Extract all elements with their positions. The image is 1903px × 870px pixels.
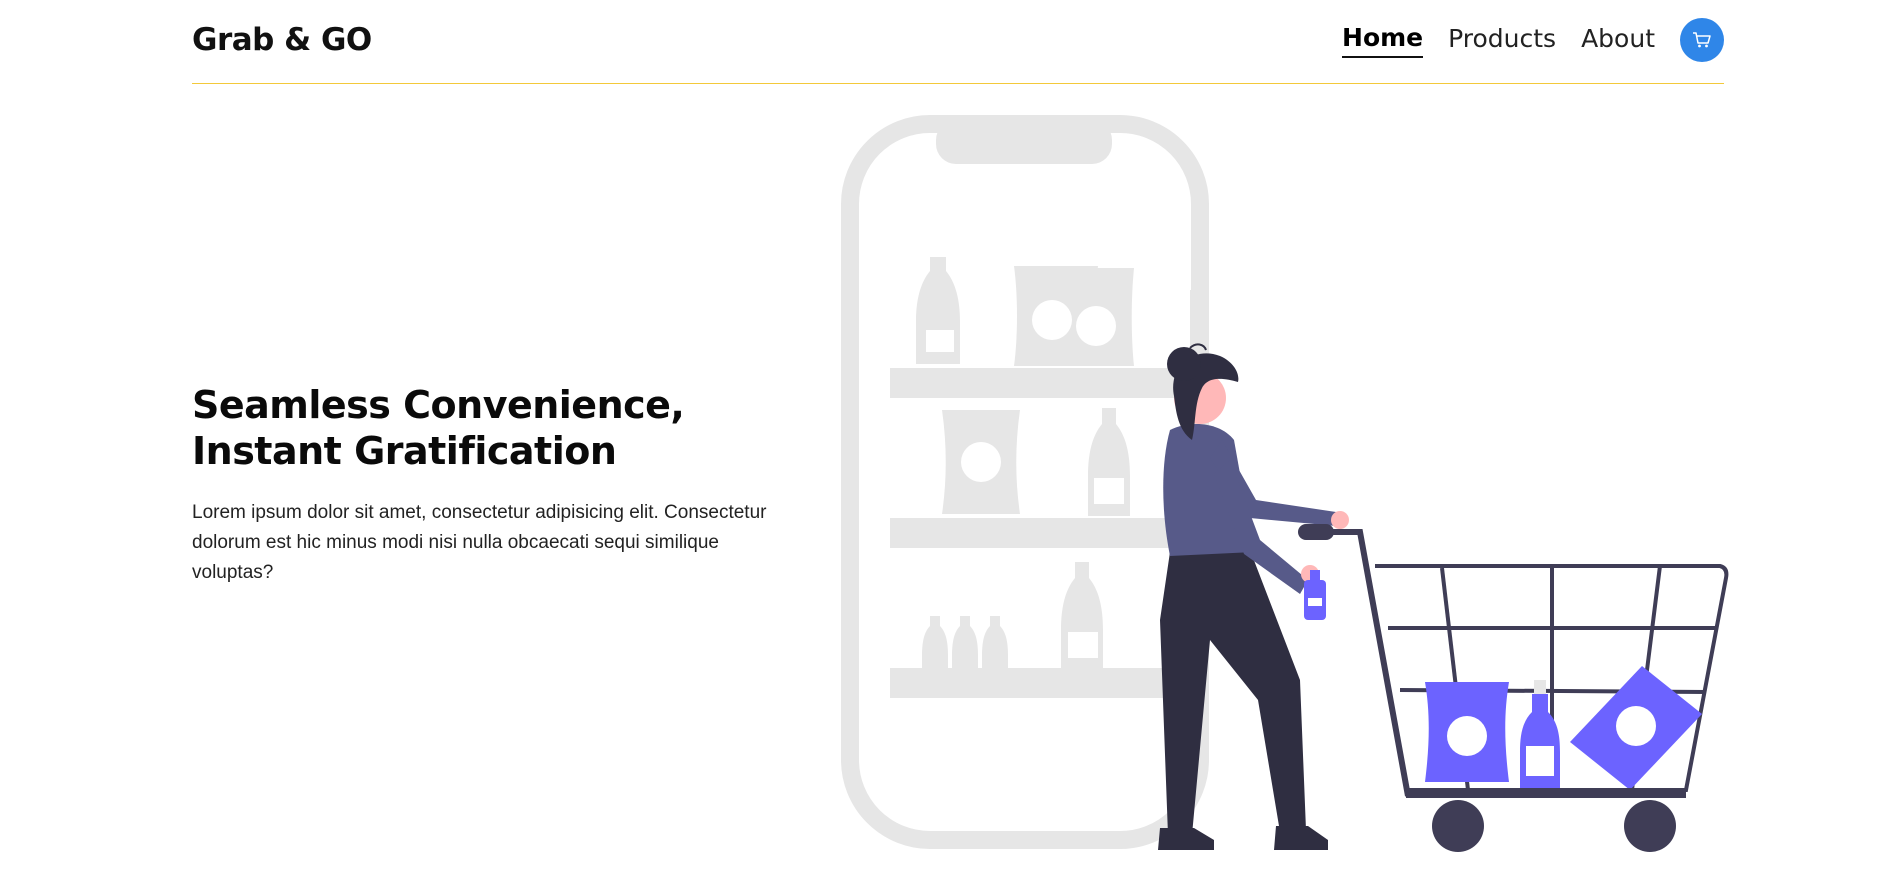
phone-illustration [841,115,1209,849]
hero-description: Lorem ipsum dolor sit amet, consectetur … [192,502,767,583]
shelves-illustration [890,257,1190,698]
hero-title: Seamless Convenience, Instant Gratificat… [192,382,792,474]
cart-icon [1693,32,1711,48]
nav-about-link[interactable]: About [1581,24,1655,57]
site-header: Grab & GO Home Products About [192,0,1724,84]
shopping-illustration [841,115,1729,852]
woman-figure [1158,343,1349,850]
shopping-cart-illustration [1298,524,1729,852]
nav-products-link[interactable]: Products [1448,24,1556,57]
cart-button[interactable] [1680,18,1724,62]
main-nav: Home Products About [1342,17,1724,63]
nav-home-link[interactable]: Home [1342,23,1424,58]
hero-section: Seamless Convenience, Instant Gratificat… [192,382,792,588]
hero-title-line-1: Seamless Convenience, [192,383,685,427]
brand-logo[interactable]: Grab & GO [192,22,372,58]
hero-title-line-2: Instant Gratification [192,429,617,473]
